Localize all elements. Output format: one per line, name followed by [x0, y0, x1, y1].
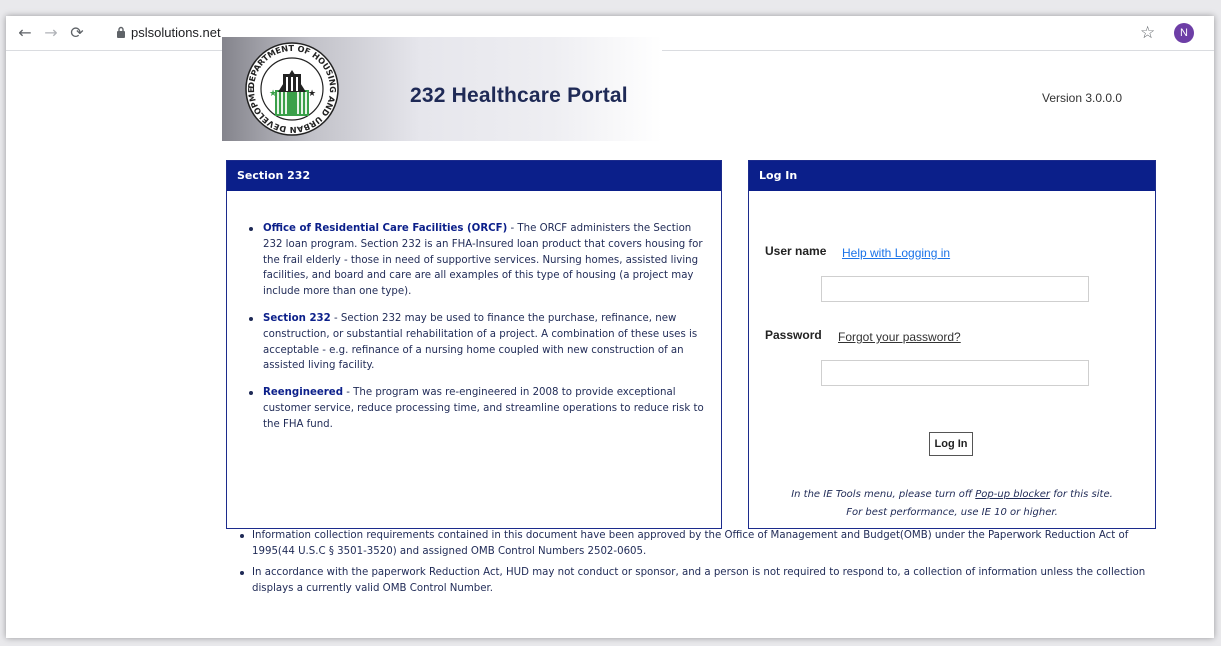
- version-label: Version 3.0.0.0: [1042, 91, 1123, 105]
- list-item-title: Section 232: [263, 312, 331, 324]
- password-label: Password: [765, 328, 822, 342]
- section-232-heading: Section 232: [227, 161, 721, 191]
- bullet-icon: [249, 391, 253, 396]
- svg-text:★: ★: [308, 89, 316, 99]
- popup-blocker-note: In the IE Tools menu, please turn off Po…: [749, 489, 1155, 500]
- list-item: Reengineered - The program was re-engine…: [249, 385, 709, 432]
- ie-version-note: For best performance, use IE 10 or highe…: [846, 507, 1058, 518]
- svg-text:★: ★: [269, 89, 277, 99]
- browser-window: ← → ⟳ pslsolutions.net ☆ N DEPARTMENT OF…: [6, 16, 1214, 638]
- bullet-icon: [249, 227, 253, 231]
- username-label: User name: [765, 244, 827, 258]
- list-item-text: - The ORCF administers the Section 232 l…: [263, 223, 703, 298]
- login-heading: Log In: [749, 161, 1155, 191]
- bookmark-star-icon[interactable]: ☆: [1140, 23, 1155, 43]
- password-field[interactable]: [821, 360, 1089, 386]
- forgot-password-link[interactable]: Forgot your password?: [838, 330, 961, 344]
- note-text: In the IE Tools menu, please turn off: [791, 489, 976, 500]
- forward-arrow-icon[interactable]: →: [42, 24, 60, 42]
- list-item: Office of Residential Care Facilities (O…: [249, 221, 709, 300]
- note-text: for this site.: [1050, 489, 1113, 500]
- bullet-icon: [240, 534, 244, 538]
- section-232-list: Office of Residential Care Facilities (O…: [249, 221, 709, 444]
- back-arrow-icon[interactable]: ←: [16, 24, 34, 42]
- popup-blocker-link[interactable]: Pop-up blocker: [975, 489, 1050, 500]
- login-panel: Log In User name Help with Logging in Pa…: [748, 160, 1156, 529]
- list-item-title: Office of Residential Care Facilities (O…: [263, 223, 508, 234]
- bullet-icon: [249, 316, 253, 321]
- lock-icon: [117, 26, 125, 38]
- address-bar[interactable]: pslsolutions.net: [131, 25, 221, 40]
- section-232-panel: Section 232 Office of Residential Care F…: [226, 160, 722, 529]
- page-title: 232 Healthcare Portal: [410, 84, 628, 107]
- login-button[interactable]: Log In: [929, 432, 973, 456]
- help-logging-in-link[interactable]: Help with Logging in: [842, 246, 950, 260]
- footer-notices: Information collection requirements cont…: [240, 528, 1160, 602]
- profile-avatar[interactable]: N: [1174, 23, 1194, 43]
- hud-seal-logo: DEPARTMENT OF HOUSING AND URBAN DEVELOPM…: [242, 40, 339, 136]
- footer-text: In accordance with the paperwork Reducti…: [252, 567, 1146, 594]
- list-item: In accordance with the paperwork Reducti…: [240, 565, 1160, 597]
- reload-icon[interactable]: ⟳: [68, 24, 86, 42]
- list-item-title: Reengineered: [263, 387, 343, 399]
- list-item: Information collection requirements cont…: [240, 528, 1160, 560]
- list-item: Section 232 - Section 232 may be used to…: [249, 311, 709, 374]
- bullet-icon: [240, 571, 244, 575]
- footer-text: Information collection requirements cont…: [252, 530, 1129, 557]
- username-field[interactable]: [821, 276, 1089, 302]
